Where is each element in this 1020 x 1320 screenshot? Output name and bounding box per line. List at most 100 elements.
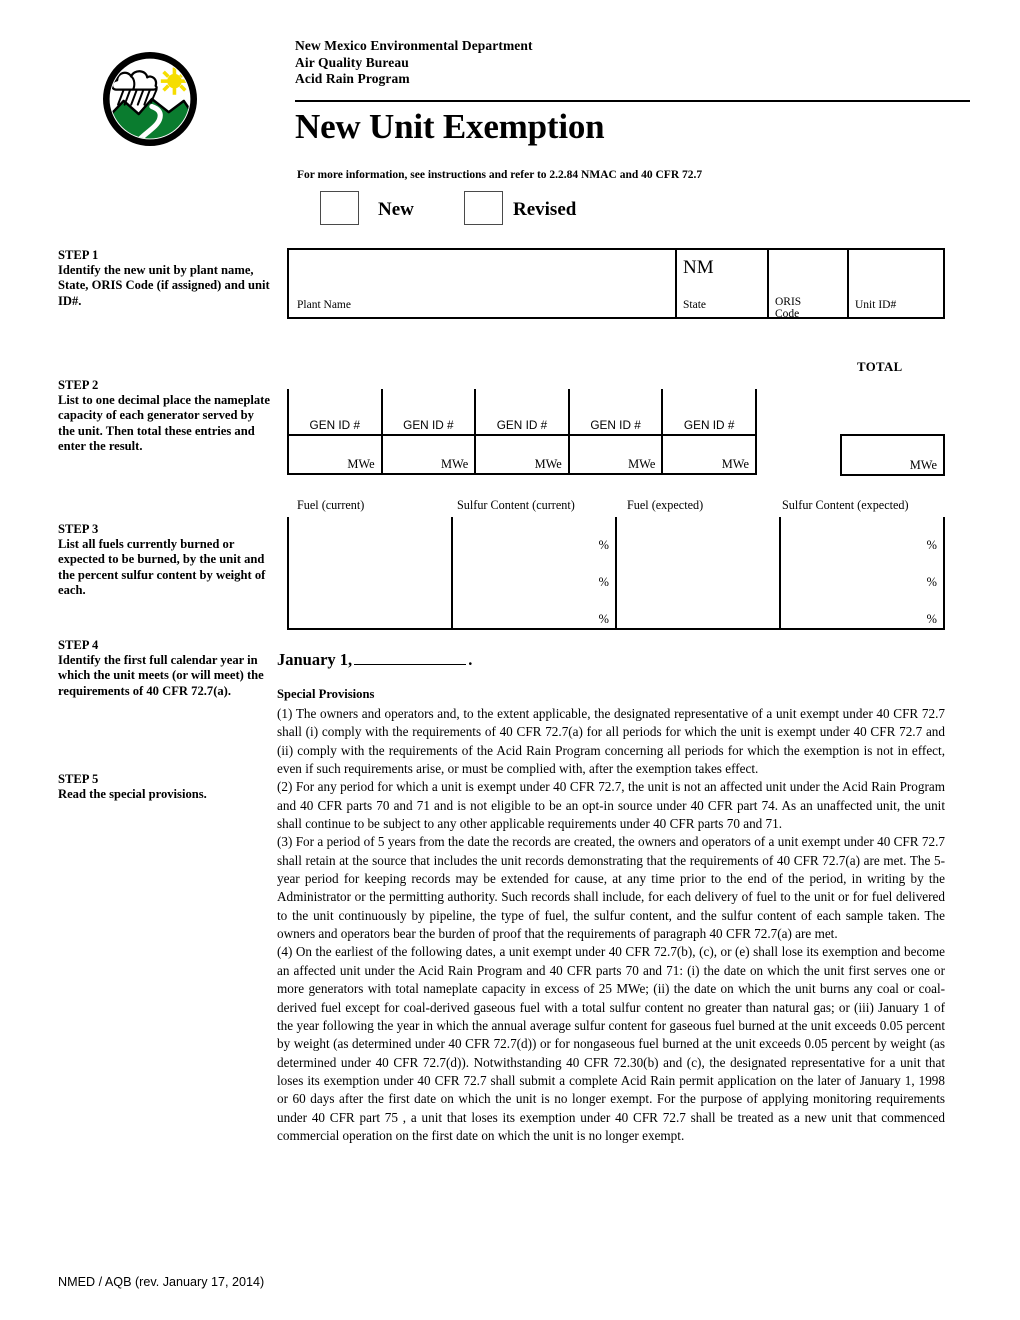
agency-line-1: New Mexico Environmental Department (295, 38, 533, 53)
capacity-cell[interactable]: MWe (380, 436, 475, 475)
step4-instruction: Identify the first full calendar year in… (58, 653, 264, 698)
mwe-caption: MWe (440, 457, 469, 471)
agency-line-2: Air Quality Bureau (295, 54, 409, 70)
mwe-caption: MWe (534, 457, 562, 471)
gen-id-caption: GEN ID # (590, 418, 641, 432)
step1-identification-table: Plant Name NM State ORIS Code Unit ID# (287, 248, 945, 320)
checkbox-new-label: New (378, 199, 414, 220)
provision-paragraph: (3) For a period of 5 years from the dat… (277, 834, 945, 942)
state-cell[interactable]: NM State (675, 250, 767, 317)
step1-instruction: Identify the new unit by plant name, Sta… (58, 263, 270, 308)
fuel-current-cell[interactable] (287, 554, 451, 591)
gen-id-caption: GEN ID # (403, 418, 454, 432)
sulfur-current-cell[interactable]: % (451, 591, 615, 628)
fuel-expected-cell[interactable] (615, 591, 779, 628)
step4-label: STEP 4 Identify the first full calendar … (58, 638, 273, 699)
special-provisions-body: (1) The owners and operators and, to the… (277, 705, 945, 1145)
page-subtitle: For more information, see instructions a… (297, 169, 703, 181)
table-row: % % (287, 591, 945, 628)
gen-id-cell[interactable]: GEN ID # (380, 389, 475, 436)
column-header: Fuel (expected) (627, 498, 704, 512)
oris-code-cell[interactable]: ORIS Code (767, 250, 847, 320)
percent-symbol: % (926, 538, 937, 552)
nmed-logo-icon (103, 52, 197, 146)
gen-id-caption: GEN ID # (683, 418, 735, 432)
step2-label: STEP 2 List to one decimal place the nam… (58, 378, 273, 454)
mwe-caption: MWe (628, 457, 656, 471)
step3-label: STEP 3 List all fuels currently burned o… (58, 522, 273, 598)
step5-label: STEP 5 Read the special provisions. (58, 772, 273, 802)
gen-id-cell[interactable]: GEN ID # (661, 389, 757, 436)
fuel-current-cell[interactable] (287, 591, 451, 628)
percent-symbol: % (926, 612, 937, 626)
table-row: % % (287, 517, 945, 554)
column-header: Sulfur Content (current) (457, 498, 575, 512)
mwe-caption: MWe (721, 457, 749, 471)
step2-instruction: List to one decimal place the nameplate … (58, 393, 270, 453)
step3-instruction: List all fuels currently burned or expec… (58, 537, 266, 597)
special-provisions-heading: Special Provisions (277, 687, 375, 701)
gen-id-cell[interactable]: GEN ID # (474, 389, 568, 436)
form-page: New Mexico Environmental Department Air … (0, 0, 1020, 1320)
step1-number: STEP 1 (58, 248, 99, 262)
column-header: Sulfur Content (expected) (782, 498, 909, 512)
sulfur-expected-cell[interactable]: % (779, 517, 945, 554)
checkbox-new[interactable] (320, 191, 359, 225)
header-divider (295, 100, 970, 102)
unit-id-caption: Unit ID# (855, 299, 897, 311)
gen-id-cell[interactable]: GEN ID # (567, 389, 662, 436)
state-caption: State (683, 299, 706, 311)
fuel-expected-cell[interactable] (615, 517, 779, 554)
capacity-row: MWe MWe MWe MWe MWe (287, 436, 757, 475)
total-label: TOTAL (857, 360, 903, 374)
step4-number: STEP 4 (58, 638, 99, 652)
page-title: New Unit Exemption (295, 107, 605, 146)
sulfur-current-cell[interactable]: % (451, 517, 615, 554)
percent-symbol: % (598, 575, 609, 589)
sulfur-current-cell[interactable]: % (451, 554, 615, 591)
checkbox-revised-label: Revised (513, 199, 577, 220)
unit-id-cell[interactable]: Unit ID# (847, 250, 943, 317)
step5-instruction: Read the special provisions. (58, 787, 207, 802)
step3-fuel-table: % % % % % % (287, 517, 945, 628)
step2-number: STEP 2 (58, 378, 99, 392)
provision-paragraph: (4) On the earliest of the following dat… (277, 944, 945, 1143)
checkbox-revised[interactable] (464, 191, 503, 225)
fuel-expected-cell[interactable] (615, 554, 779, 591)
sulfur-expected-cell[interactable]: % (779, 591, 945, 628)
sulfur-expected-cell[interactable]: % (779, 554, 945, 591)
provision-paragraph: (1) The owners and operators and, to the… (277, 706, 945, 777)
year-input[interactable] (354, 664, 467, 665)
percent-symbol: % (598, 538, 609, 552)
state-value: NM (683, 257, 714, 278)
table-row: % % (287, 554, 945, 591)
capacity-cell[interactable]: MWe (567, 436, 662, 475)
step3-table-bottom-rule (287, 628, 945, 630)
calendar-year-field[interactable]: January 1,. (277, 650, 472, 670)
percent-symbol: % (598, 612, 609, 626)
mwe-caption: MWe (347, 457, 375, 471)
column-header: Fuel (current) (297, 498, 365, 512)
gen-id-caption: GEN ID # (309, 418, 361, 432)
date-suffix: . (468, 650, 473, 669)
agency-header: New Mexico Environmental Department Air … (295, 38, 533, 88)
plant-name-caption: Plant Name (297, 299, 351, 311)
step5-number: STEP 5 (58, 772, 99, 786)
document-footer: NMED / AQB (rev. January 17, 2014) (58, 1275, 265, 1289)
total-capacity-cell[interactable]: MWe (840, 434, 945, 476)
capacity-cell[interactable]: MWe (474, 436, 568, 475)
capacity-cell[interactable]: MWe (287, 436, 381, 475)
gen-id-cell[interactable]: GEN ID # (287, 389, 381, 436)
provision-paragraph: (2) For any period for which a unit is e… (277, 779, 945, 832)
step2-capacity-grid: GEN ID # GEN ID # GEN ID # GEN ID # GEN … (287, 389, 757, 475)
capacity-cell[interactable]: MWe (661, 436, 757, 475)
agency-line-3: Acid Rain Program (295, 71, 410, 86)
step3-number: STEP 3 (58, 522, 99, 536)
fuel-current-cell[interactable] (287, 517, 451, 554)
step1-label: STEP 1 Identify the new unit by plant na… (58, 248, 273, 309)
date-prefix: January 1, (277, 650, 353, 669)
step3-column-headers: Fuel (current) Sulfur Content (current) … (287, 498, 945, 514)
plant-name-cell[interactable]: Plant Name (289, 250, 675, 317)
percent-symbol: % (926, 575, 937, 589)
oris-code-caption: ORIS Code (775, 296, 802, 320)
